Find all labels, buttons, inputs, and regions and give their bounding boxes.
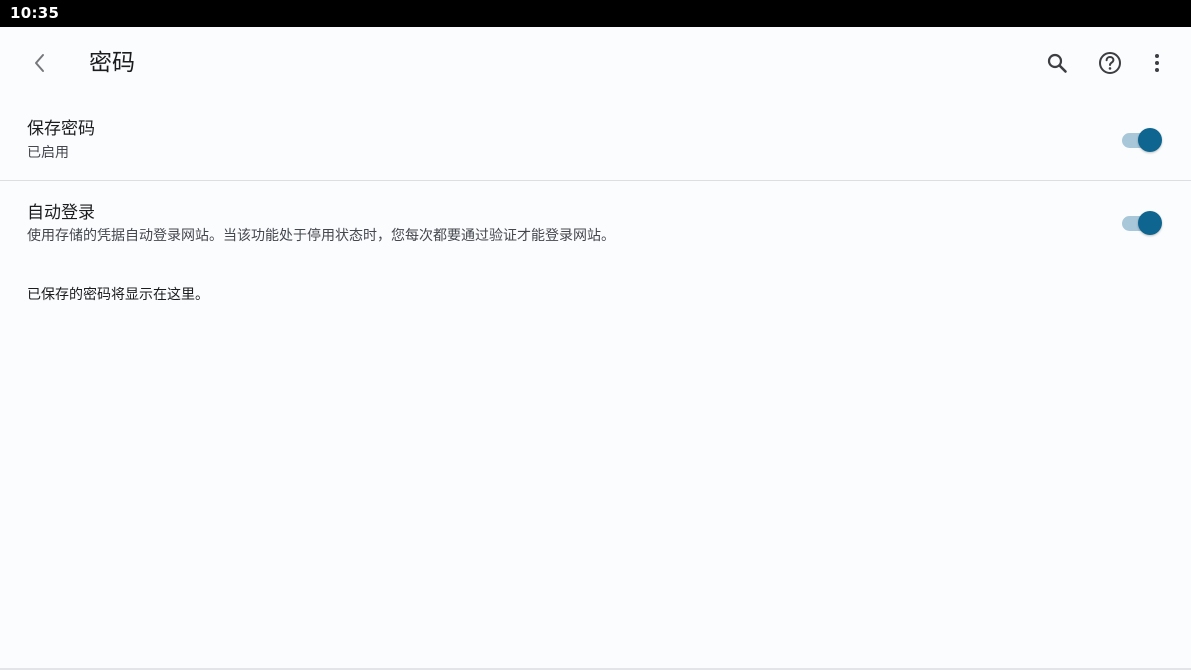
search-icon [1047,53,1067,73]
back-arrow-icon [35,54,44,72]
auto-signin-row[interactable]: 自动登录 使用存储的凭据自动登录网站。当该功能处于停用状态时，您每次都要通过验证… [0,183,1191,263]
auto-signin-summary: 使用存储的凭据自动登录网站。当该功能处于停用状态时，您每次都要通过验证才能登录网… [27,228,615,244]
save-passwords-toggle[interactable] [1120,127,1164,153]
divider [0,180,1191,181]
search-button[interactable] [1037,43,1077,83]
help-button[interactable] [1090,43,1130,83]
status-bar: 10:35 [0,0,1191,27]
toolbar: 密码 [0,27,1191,99]
empty-passwords-message: 已保存的密码将显示在这里。 [27,287,209,303]
toggle-thumb [1138,128,1162,152]
auto-signin-title: 自动登录 [27,203,95,223]
help-icon [1099,52,1121,74]
back-button[interactable] [20,43,60,83]
page-title: 密码 [89,50,135,76]
save-passwords-row[interactable]: 保存密码 已启用 [0,103,1191,179]
more-vert-icon [1155,54,1159,72]
status-time: 10:35 [10,4,60,22]
save-passwords-title: 保存密码 [27,119,95,139]
more-options-button[interactable] [1137,43,1177,83]
auto-signin-toggle[interactable] [1120,210,1164,236]
passwords-screen: 10:35 密码 保存密码 已启用 自动登录 使用存储的凭据自动登录网站。当该功… [0,0,1191,670]
save-passwords-summary: 已启用 [27,145,69,161]
toggle-thumb [1138,211,1162,235]
